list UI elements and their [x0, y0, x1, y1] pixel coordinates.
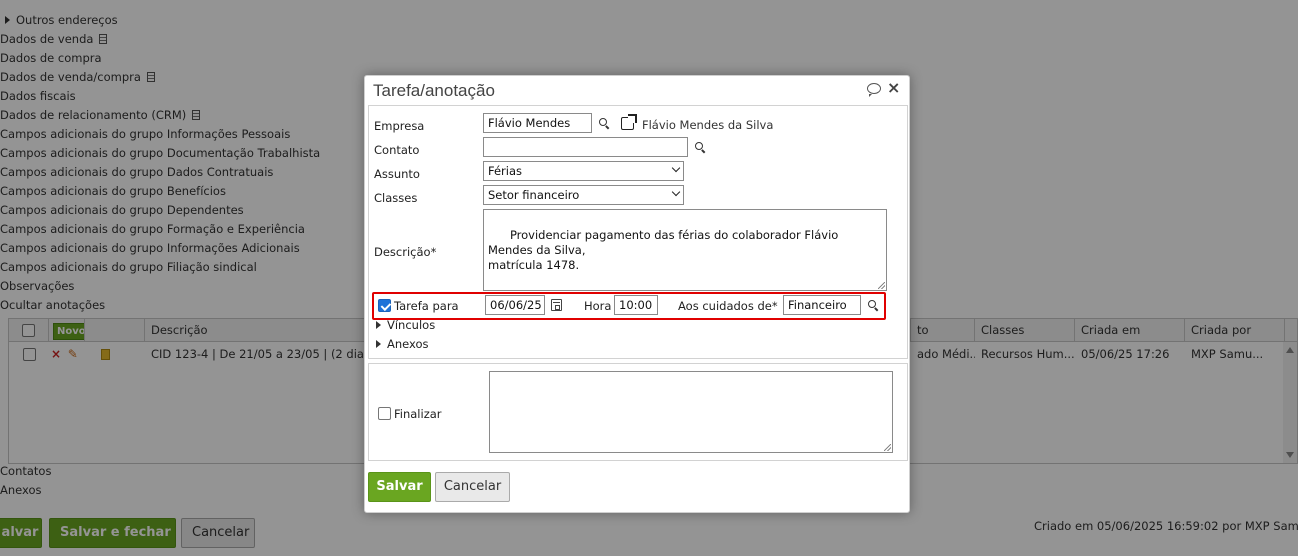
chevron-down-icon — [671, 163, 681, 173]
contato-input[interactable] — [483, 137, 688, 157]
resize-grip-icon[interactable] — [878, 282, 885, 289]
close-icon[interactable]: × — [887, 78, 900, 98]
empresa-link[interactable]: Flávio Mendes da Silva — [642, 116, 773, 134]
finalizar-label[interactable]: Finalizar — [394, 405, 442, 423]
modal-title: Tarefa/anotação — [373, 81, 495, 100]
finalizar-checkbox[interactable] — [378, 407, 391, 420]
classes-select[interactable]: Setor financeiro — [483, 185, 684, 205]
descricao-textarea[interactable]: Providenciar pagamento das férias do col… — [483, 209, 887, 291]
contato-label: Contato — [374, 143, 420, 157]
comment-icon[interactable] — [867, 83, 881, 97]
assunto-label: Assunto — [374, 167, 420, 181]
search-icon[interactable] — [695, 142, 705, 152]
task-modal: Tarefa/anotação × Empresa Flávio Mendes … — [364, 75, 910, 513]
empresa-input[interactable]: Flávio Mendes — [483, 113, 592, 133]
expand-triangle-icon — [376, 340, 381, 348]
finalizar-textarea[interactable] — [489, 371, 893, 453]
task-form-panel: Empresa Flávio Mendes Flávio Mendes da S… — [368, 105, 908, 359]
expand-triangle-icon — [376, 321, 381, 329]
descricao-label: Descrição* — [374, 245, 437, 259]
anexos-toggle[interactable]: Anexos — [374, 335, 429, 353]
assunto-select[interactable]: Férias — [483, 161, 684, 181]
resize-grip-icon[interactable] — [884, 444, 891, 451]
external-link-icon[interactable] — [621, 114, 637, 130]
empresa-label: Empresa — [374, 119, 425, 133]
modal-cancel-button[interactable]: Cancelar — [435, 472, 510, 502]
classes-label: Classes — [374, 191, 418, 205]
modal-save-button[interactable]: Salvar — [368, 472, 431, 502]
highlight-box — [372, 292, 886, 320]
finalizar-panel: Finalizar — [368, 363, 908, 461]
chevron-down-icon — [671, 187, 681, 197]
search-icon[interactable] — [599, 118, 609, 128]
